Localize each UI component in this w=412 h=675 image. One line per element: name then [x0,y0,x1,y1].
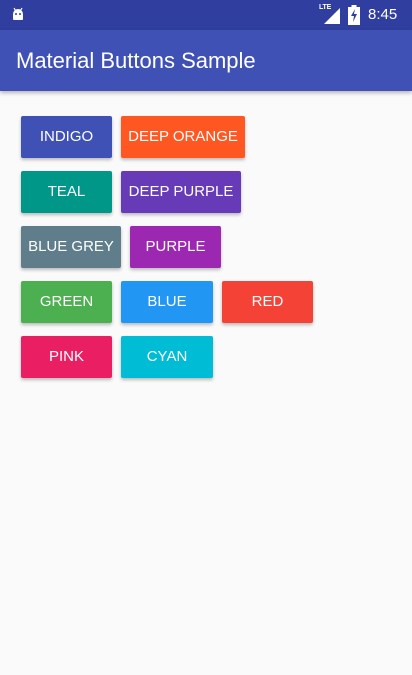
battery-icon [348,5,360,25]
teal-button[interactable]: TEAL [21,171,112,213]
cyan-button[interactable]: CYAN [121,336,213,378]
deep-purple-button[interactable]: DEEP PURPLE [121,171,241,213]
deep-orange-button[interactable]: DEEP ORANGE [121,116,245,158]
red-button[interactable]: RED [222,281,313,323]
indigo-button[interactable]: INDIGO [21,116,112,158]
clock-time: 8:45 [368,6,398,23]
green-button[interactable]: GREEN [21,281,112,323]
purple-button[interactable]: PURPLE [130,226,221,268]
status-bar: LTE 8:45 [0,0,412,30]
pink-button[interactable]: PINK [21,336,112,378]
signal-icon [324,8,340,24]
blue-button[interactable]: BLUE [121,281,213,323]
blue-grey-button[interactable]: BLUE GREY [21,226,121,268]
app-title: Material Buttons Sample [16,48,256,73]
app-bar: Material Buttons Sample [0,30,412,91]
button-grid: INDIGO DEEP ORANGE TEAL DEEP PURPLE BLUE… [0,91,412,675]
android-icon [13,7,23,20]
